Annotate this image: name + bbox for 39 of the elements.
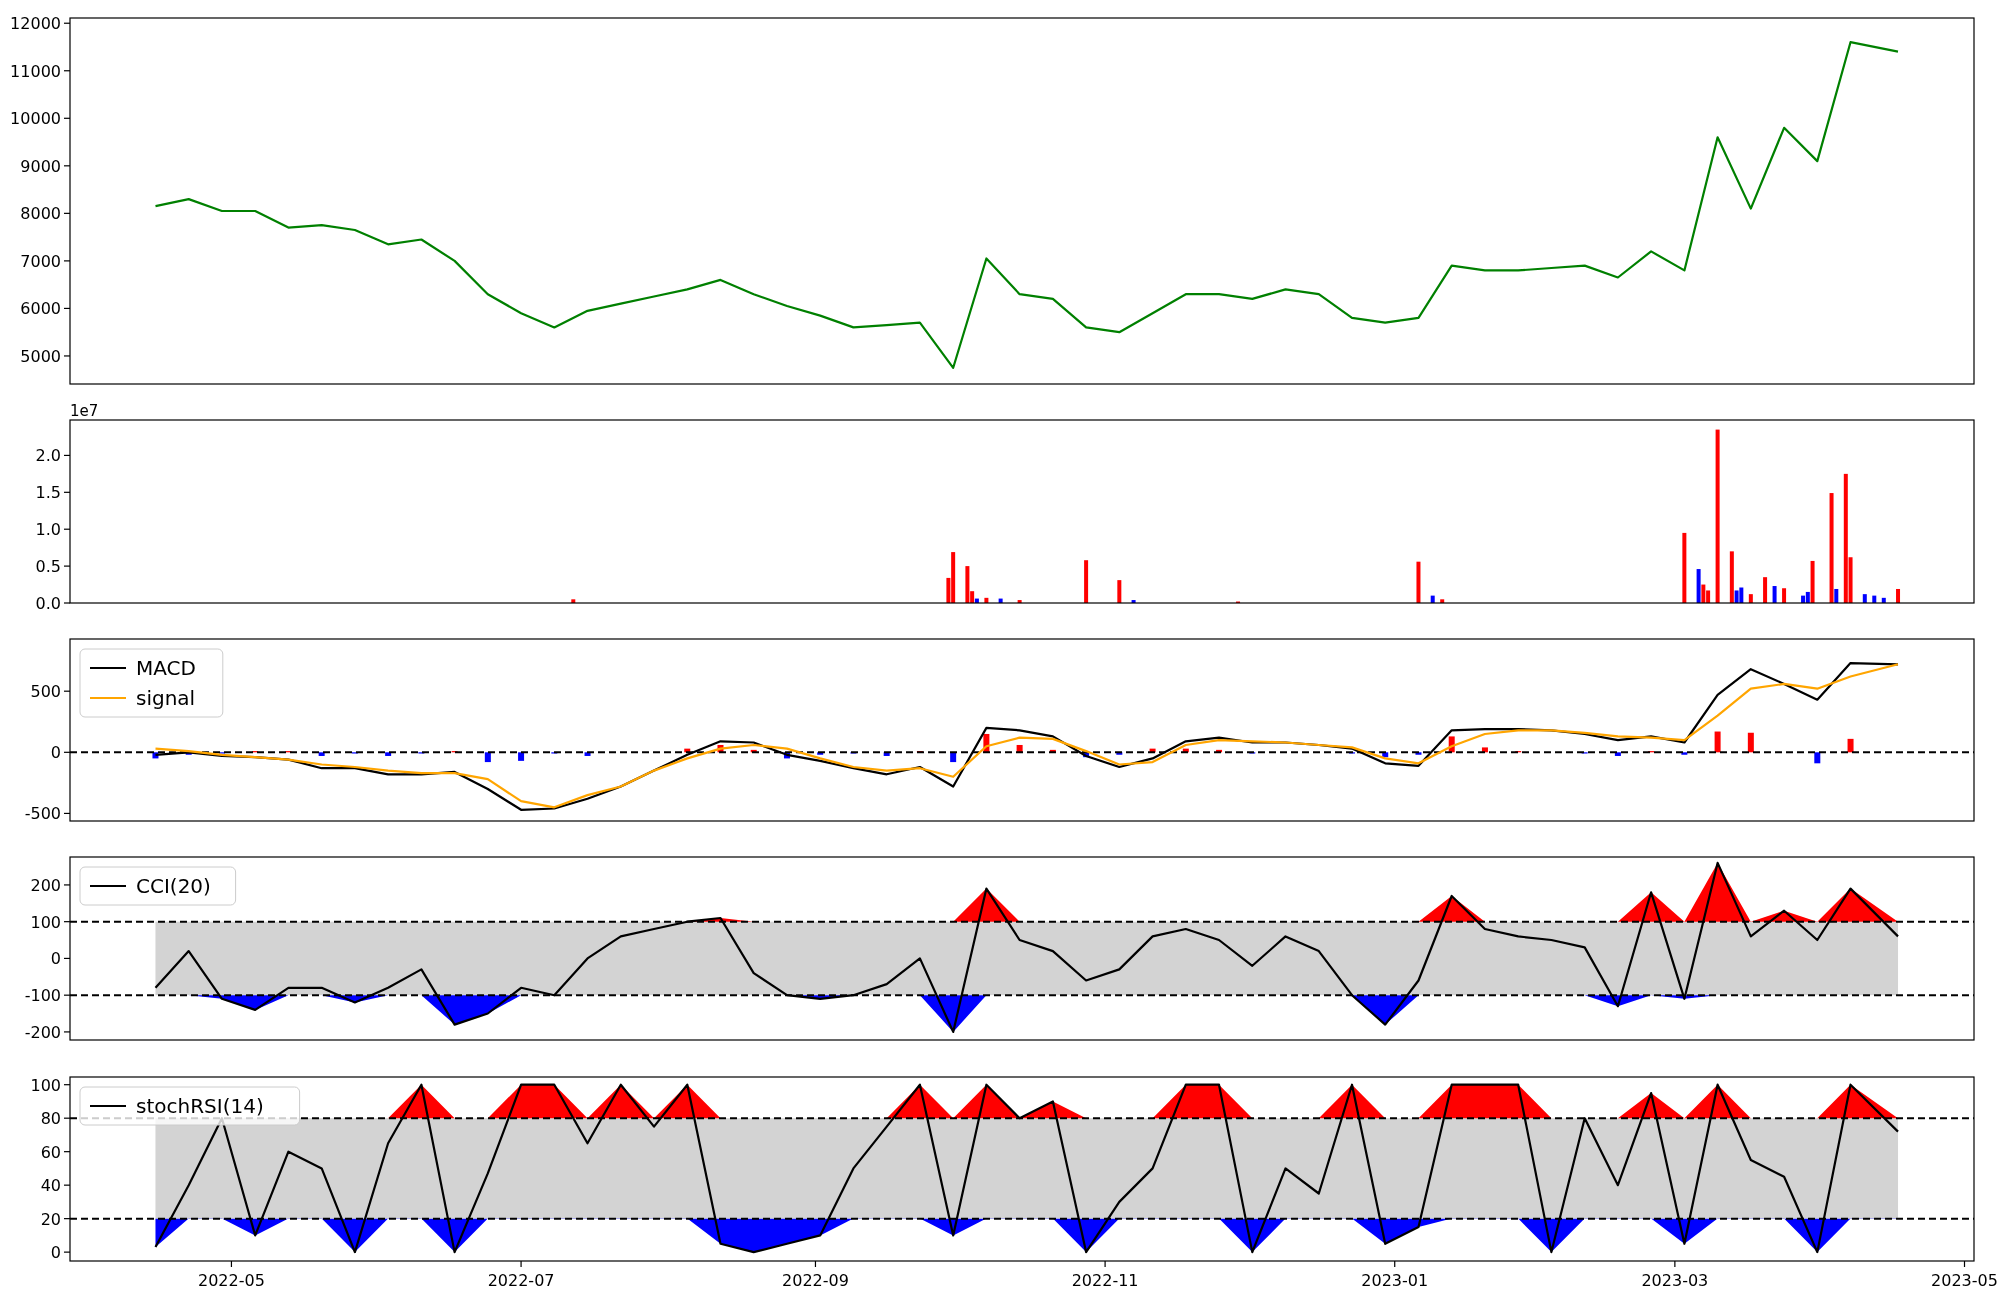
axis-tick-label: 2022-11 (1071, 1271, 1139, 1290)
axis-tick-label: 80 (40, 1109, 61, 1129)
axis-tick-label: 12000 (10, 14, 61, 34)
axis-tick-label: 60 (40, 1142, 61, 1162)
axis-tick-label: 0.0 (35, 594, 61, 613)
axis-tick-label: -500 (24, 804, 61, 824)
legend-label: MACD (136, 656, 196, 680)
axis-tick-label: 5000 (20, 346, 61, 366)
axis-tick-label: 2.0 (35, 446, 61, 466)
axis-tick-label: 100 (30, 1075, 61, 1095)
axis-tick-label: 10000 (10, 109, 61, 129)
axis-tick-label: 2022-07 (487, 1271, 555, 1290)
axis-tick-label: 8000 (20, 204, 61, 224)
axis-tick-label: 100 (30, 912, 61, 932)
axis-tick-label: 1.5 (35, 483, 61, 503)
axis-tick-label: 2023-03 (1641, 1271, 1709, 1290)
axis-tick-label: 2022-05 (198, 1271, 265, 1290)
axis-tick-label: 1.0 (35, 520, 61, 540)
axis-tick-label: 0 (50, 949, 61, 969)
axis-tick-label: 40 (40, 1176, 61, 1196)
axis-tick-label: 9000 (20, 156, 61, 176)
axis-scale-label: 1e7 (70, 402, 99, 420)
axis-tick-label: 2023-01 (1361, 1271, 1429, 1290)
axis-tick-label: 2023-05 (1931, 1271, 1998, 1290)
axis-tick-label: -200 (24, 1022, 61, 1042)
axis-tick-label: 200 (30, 875, 61, 895)
legend-label: CCI(20) (136, 874, 211, 898)
axis-tick-label: 11000 (10, 61, 61, 81)
axis-tick-label: 0 (50, 1243, 61, 1263)
axis-tick-label: -100 (24, 986, 61, 1006)
legend-label: stochRSI(14) (136, 1094, 264, 1118)
axis-tick-label: 0.5 (35, 557, 61, 577)
axis-tick-label: 500 (30, 682, 61, 702)
axis-tick-label: 2022-09 (782, 1271, 849, 1290)
axis-tick-label: 0 (50, 743, 61, 763)
axis-tick-label: 6000 (20, 299, 61, 319)
legend-label: signal (136, 686, 196, 710)
axis-tick-label: 20 (40, 1209, 61, 1229)
axis-tick-label: 7000 (20, 251, 61, 271)
